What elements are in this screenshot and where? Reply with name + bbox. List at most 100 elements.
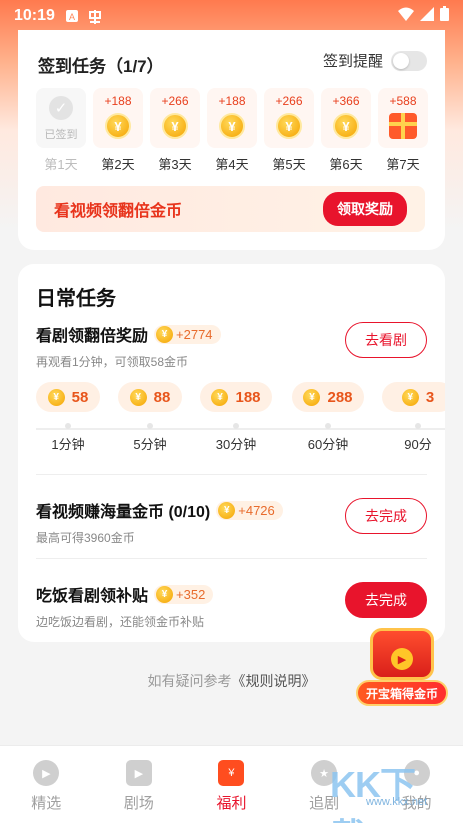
day-label: 第2天 [101, 157, 135, 172]
task-title: 吃饭看剧领补贴 [36, 588, 149, 605]
daily-tasks-card: 日常任务 看剧领翻倍奖励 ¥ +2774 再观看1分钟，可领取58金币 去看剧 … [18, 264, 445, 642]
daily-title: 日常任务 [36, 288, 116, 310]
reminder-toggle[interactable] [391, 50, 427, 71]
go-complete-button[interactable]: 去完成 [345, 498, 427, 534]
milestone-item: ¥88 5分钟 [118, 382, 182, 453]
reward-chip: ¥ +2774 [154, 324, 221, 344]
banner-text: 看视频领翻倍金币 [54, 203, 183, 220]
coin-icon: ¥ [303, 388, 321, 406]
watch-milestones[interactable]: ¥58 1分钟 ¥88 5分钟 ¥188 30分钟 ¥288 60分钟 ¥3 9… [36, 382, 445, 462]
tv-icon: ▶ [125, 760, 152, 786]
day-box: +588 [378, 88, 428, 148]
signin-day-5[interactable]: +266 ¥ 第5天 [264, 88, 314, 173]
keyboard-icon: A [65, 9, 79, 23]
battery-icon [440, 6, 449, 26]
milestone-pill: ¥188 [200, 382, 272, 412]
treasure-chest-widget[interactable]: ▶ 开宝箱得金币 [356, 628, 448, 710]
chest-label: 开宝箱得金币 [356, 680, 448, 706]
day-label: 第7天 [386, 157, 420, 172]
watermark-url: www.kkx.net [366, 796, 428, 808]
milestone-label: 1分钟 [51, 437, 85, 452]
milestone-dot [147, 423, 153, 429]
go-complete-button[interactable]: 去完成 [345, 582, 427, 618]
reward-chip: ¥ +4726 [216, 500, 283, 520]
gift-box-icon [389, 113, 417, 139]
tab-label: 剧场 [123, 795, 154, 812]
milestone-coins: 288 [327, 388, 353, 406]
task-watch-drama: 看剧领翻倍奖励 ¥ +2774 再观看1分钟，可领取58金币 去看剧 [36, 322, 427, 370]
coin-icon: ¥ [129, 388, 147, 406]
coin-icon: ¥ [333, 113, 359, 139]
watermark-text: KK下载 [330, 764, 416, 823]
milestone-label: 90分 [404, 437, 432, 452]
milestone-pill: ¥288 [292, 382, 364, 412]
day-amount: +266 [161, 94, 189, 108]
rules-link[interactable]: 《规则说明》 [232, 673, 316, 689]
tab-featured[interactable]: ▶ 精选 [0, 746, 93, 823]
claim-reward-button[interactable]: 领取奖励 [323, 192, 407, 226]
coin-icon: ¥ [218, 501, 236, 519]
task-title: 看视频赚海量金币 (0/10) [36, 504, 211, 521]
day-amount: +188 [104, 94, 132, 108]
day-box: +366 ¥ [321, 88, 371, 148]
milestone-label: 30分钟 [215, 437, 257, 452]
day-label: 第1天 [44, 157, 78, 172]
coin-icon: ¥ [156, 325, 174, 343]
milestone-dot [65, 423, 71, 429]
day-box: +188 ¥ [207, 88, 257, 148]
signal-icon [420, 6, 434, 26]
signin-day-6[interactable]: +366 ¥ 第6天 [321, 88, 371, 173]
milestone-coins: 188 [235, 388, 261, 406]
day-label: 第6天 [329, 157, 363, 172]
milestone-item: ¥288 60分钟 [292, 382, 364, 453]
signin-reminder: 签到提醒 [323, 50, 427, 71]
day-amount: +266 [275, 94, 303, 108]
coin-icon: ¥ [211, 388, 229, 406]
milestone-pill: ¥3 [382, 382, 445, 412]
milestone-pill: ¥58 [36, 382, 100, 412]
reward-amount: +4726 [238, 502, 275, 518]
wifi-icon [398, 7, 414, 26]
status-bar: 10:19 A [0, 0, 463, 32]
milestone-dot [325, 423, 331, 429]
milestone-item: ¥58 1分钟 [36, 382, 100, 453]
signin-days: ✓ 已签到 第1天 +188 ¥ 第2天 +266 ¥ 第3天 +188 ¥ 第… [36, 88, 428, 173]
divider [36, 474, 427, 475]
tab-theater[interactable]: ▶ 剧场 [93, 746, 186, 823]
signin-day-3[interactable]: +266 ¥ 第3天 [150, 88, 200, 173]
tab-label: 福利 [216, 795, 247, 812]
signin-day-7[interactable]: +588 第7天 [378, 88, 428, 173]
tab-welfare[interactable]: ¥ 福利 [185, 746, 278, 823]
milestone-item: ¥188 30分钟 [200, 382, 272, 453]
day-box: +188 ¥ [93, 88, 143, 148]
coin-icon: ¥ [162, 113, 188, 139]
coin-icon: ¥ [219, 113, 245, 139]
milestone-coins: 88 [153, 388, 171, 406]
kk-watermark-logo: KK下载 www.kkx.net [330, 752, 448, 823]
day-amount: +366 [332, 94, 360, 108]
milestone-label: 5分钟 [133, 437, 167, 452]
coin-icon: ¥ [401, 388, 419, 406]
divider [36, 558, 427, 559]
milestone-item: ¥3 90分 [382, 382, 445, 453]
coin-icon: ¥ [156, 585, 174, 603]
signin-day-1: ✓ 已签到 第1天 [36, 88, 86, 173]
rules-prefix: 如有疑问参考 [147, 673, 232, 689]
play-icon: ▶ [391, 648, 413, 670]
double-coin-banner: 看视频领翻倍金币 领取奖励 [36, 186, 425, 232]
task-watch-video: 看视频赚海量金币 (0/10) ¥ +4726 最高可得3960金币 去完成 [36, 498, 427, 546]
signin-day-4[interactable]: +188 ¥ 第4天 [207, 88, 257, 173]
reward-amount: +352 [176, 586, 206, 602]
svg-text:A: A [69, 12, 75, 22]
tab-label: 精选 [31, 795, 62, 812]
milestone-dot [415, 423, 421, 429]
signin-day-2[interactable]: +188 ¥ 第2天 [93, 88, 143, 173]
day-amount: +588 [389, 94, 417, 108]
milestone-pill: ¥88 [118, 382, 182, 412]
check-icon: ✓ [49, 96, 73, 120]
milestone-dot [233, 423, 239, 429]
day-state-text: 已签到 [44, 129, 78, 141]
task-title: 看剧领翻倍奖励 [36, 328, 149, 345]
go-watch-button[interactable]: 去看剧 [345, 322, 427, 358]
app-notification-icon [87, 9, 101, 24]
